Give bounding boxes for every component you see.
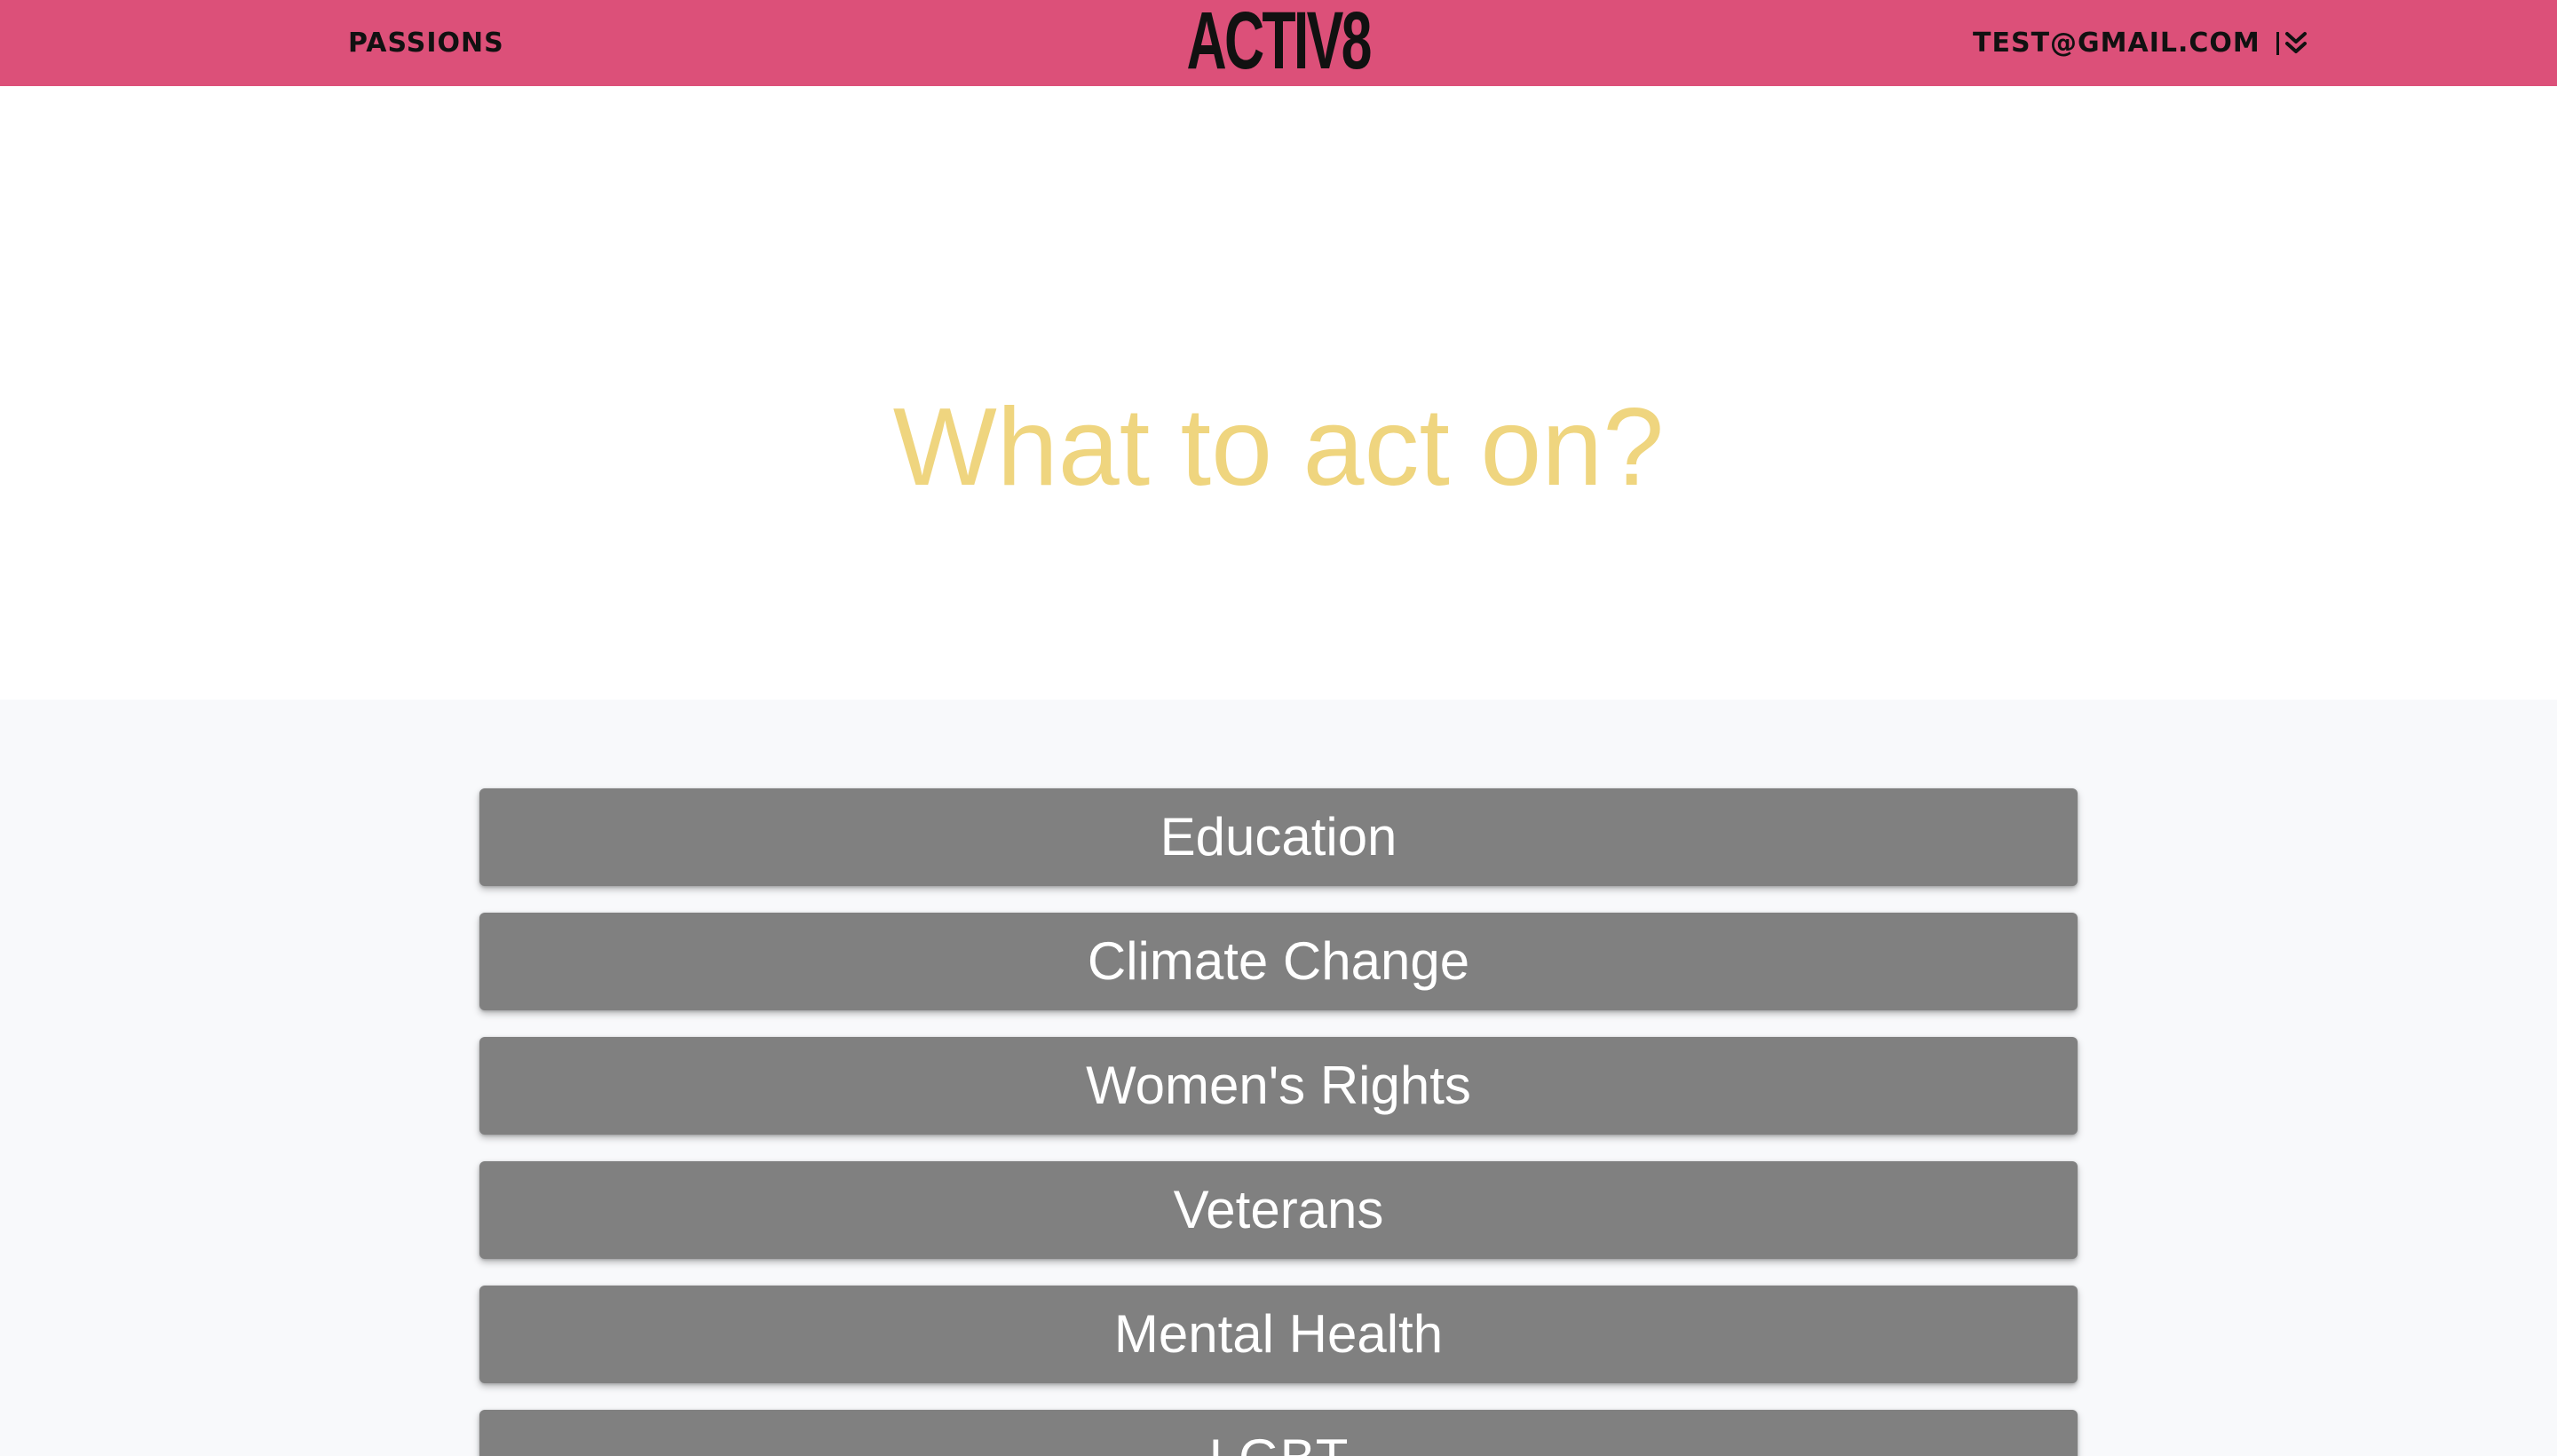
- logo-text: ACTIV8: [1186, 0, 1373, 86]
- passions-list: Education Climate Change Women's Rights …: [0, 700, 2557, 1456]
- passion-button-lgbt[interactable]: LGBT: [479, 1410, 2078, 1456]
- passion-button-education[interactable]: Education: [479, 788, 2078, 886]
- hero-section: What to act on?: [0, 86, 2557, 700]
- passion-button-climate-change[interactable]: Climate Change: [479, 913, 2078, 1010]
- page-title: What to act on?: [892, 386, 1665, 509]
- double-chevron-down-icon[interactable]: [2284, 31, 2308, 56]
- user-menu[interactable]: TEST@GMAIL.COM: [1973, 0, 2308, 86]
- passion-button-mental-health[interactable]: Mental Health: [479, 1286, 2078, 1383]
- separator: [2276, 31, 2279, 55]
- top-navbar: PASSIONS ACTIV8 TEST@GMAIL.COM: [0, 0, 2557, 86]
- passion-button-veterans[interactable]: Veterans: [479, 1161, 2078, 1259]
- user-email: TEST@GMAIL.COM: [1973, 28, 2260, 59]
- passion-button-womens-rights[interactable]: Women's Rights: [479, 1037, 2078, 1135]
